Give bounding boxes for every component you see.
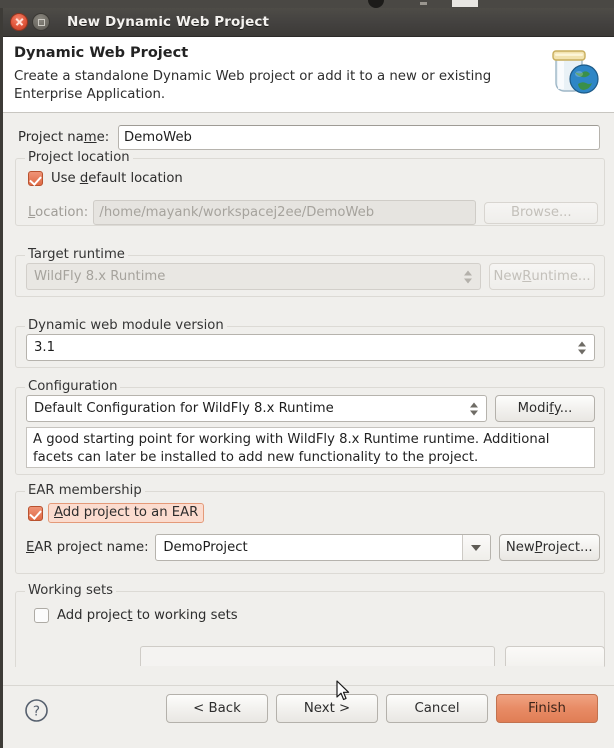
configuration-description: A good starting point for working with W… (26, 427, 595, 468)
configuration-combo[interactable]: Default Configuration for WildFly 8.x Ru… (26, 395, 487, 422)
dialog-window: New Dynamic Web Project Dynamic Web Proj… (0, 8, 614, 748)
working-sets-group: Working sets Add project to working sets (15, 583, 605, 667)
use-default-location-row[interactable]: Use default location (28, 171, 183, 186)
ear-membership-title: EAR membership (25, 483, 145, 498)
help-question-icon[interactable]: ? (24, 698, 49, 723)
project-location-group: Project location Use default location Lo… (15, 150, 605, 226)
working-sets-select-button[interactable] (505, 646, 605, 666)
project-name-input[interactable]: DemoWeb (118, 124, 600, 150)
dynamic-web-module-version-value: 3.1 (34, 340, 55, 355)
project-location-title: Project location (25, 150, 133, 165)
window-title: New Dynamic Web Project (67, 14, 270, 30)
close-icon[interactable] (10, 13, 28, 31)
configuration-value: Default Configuration for WildFly 8.x Ru… (34, 401, 334, 416)
desktop-panel-strip (0, 0, 614, 8)
dynamic-web-module-version-title: Dynamic web module version (25, 318, 227, 333)
dynamic-web-module-version-group: Dynamic web module version 3.1 (15, 318, 605, 368)
working-sets-combo[interactable] (140, 646, 495, 666)
add-project-to-working-sets-row[interactable]: Add project to working sets (34, 608, 238, 623)
back-button[interactable]: < Back (166, 694, 268, 723)
jar-globe-icon (552, 50, 599, 94)
target-runtime-row: WildFly 8.x Runtime New Runtime... (26, 263, 595, 290)
spinner-arrows-icon[interactable] (578, 341, 586, 354)
add-project-to-working-sets-label: Add project to working sets (57, 608, 238, 623)
finish-button[interactable]: Finish (496, 694, 598, 723)
add-project-to-ear-checkbox[interactable] (28, 505, 43, 521)
browse-button: Browse... (484, 201, 598, 224)
ear-project-name-combo[interactable]: DemoProject (155, 534, 491, 561)
page-description: Create a standalone Dynamic Web project … (14, 69, 492, 102)
add-project-to-working-sets-checkbox[interactable] (34, 608, 49, 623)
dialog-footer: ? < Back Next > Cancel Finish (3, 685, 614, 747)
configuration-title: Configuration (25, 379, 121, 394)
dynamic-web-module-version-combo[interactable]: 3.1 (26, 334, 595, 361)
location-input: /home/mayank/workspacej2ee/DemoWeb (93, 200, 477, 225)
add-project-to-ear-label: Add project to an EAR (48, 503, 205, 523)
target-runtime-combo: WildFly 8.x Runtime (26, 263, 481, 290)
target-runtime-group: Target runtime WildFly 8.x Runtime New R… (15, 247, 605, 297)
target-runtime-title: Target runtime (25, 247, 128, 262)
ear-membership-group: EAR membership Add project to an EAR EAR… (15, 483, 605, 574)
project-name-label: Project name: (18, 129, 110, 145)
title-bar: New Dynamic Web Project (3, 8, 614, 37)
ear-project-name-label: EAR project name: (26, 540, 149, 555)
configuration-row: Default Configuration for WildFly 8.x Ru… (26, 395, 595, 422)
svg-text:?: ? (33, 704, 40, 720)
spinner-arrows-icon[interactable] (470, 402, 478, 415)
location-label: Location: (28, 205, 89, 220)
ear-project-name-row: EAR project name: DemoProject New Projec… (26, 534, 600, 561)
panel-dot-icon (368, 0, 384, 8)
spinner-arrows-icon (464, 270, 472, 283)
target-runtime-value: WildFly 8.x Runtime (34, 269, 166, 284)
modify-button[interactable]: Modi f y... (495, 395, 595, 422)
use-default-location-label: Use default location (51, 171, 183, 186)
cancel-button[interactable]: Cancel (386, 694, 488, 723)
project-name-row: Project name: DemoWeb (3, 124, 614, 150)
panel-window-sliver (452, 0, 478, 7)
working-sets-title: Working sets (25, 583, 117, 598)
configuration-group: Configuration Default Configuration for … (15, 379, 605, 475)
screen: New Dynamic Web Project Dynamic Web Proj… (0, 0, 614, 748)
new-runtime-button: New Runtime... (489, 263, 595, 290)
location-row: Location: /home/mayank/workspacej2ee/Dem… (28, 200, 598, 225)
maximize-icon[interactable] (32, 13, 50, 31)
next-button[interactable]: Next > (276, 694, 378, 723)
page-title: Dynamic Web Project (14, 45, 189, 61)
ear-project-name-value: DemoProject (163, 540, 248, 555)
dynamic-web-module-version-row: 3.1 (26, 334, 595, 361)
wizard-body: Project name: DemoWeb Project location U… (3, 113, 614, 685)
add-project-to-ear-row[interactable]: Add project to an EAR (28, 503, 205, 523)
wizard-header: Dynamic Web Project Create a standalone … (3, 37, 614, 113)
new-project-button[interactable]: New Project... (498, 534, 600, 561)
panel-plus-icon (420, 2, 427, 5)
use-default-location-checkbox[interactable] (28, 171, 43, 186)
footer-button-group: < Back Next > Cancel Finish (166, 694, 598, 723)
chevron-down-icon[interactable] (461, 535, 490, 560)
